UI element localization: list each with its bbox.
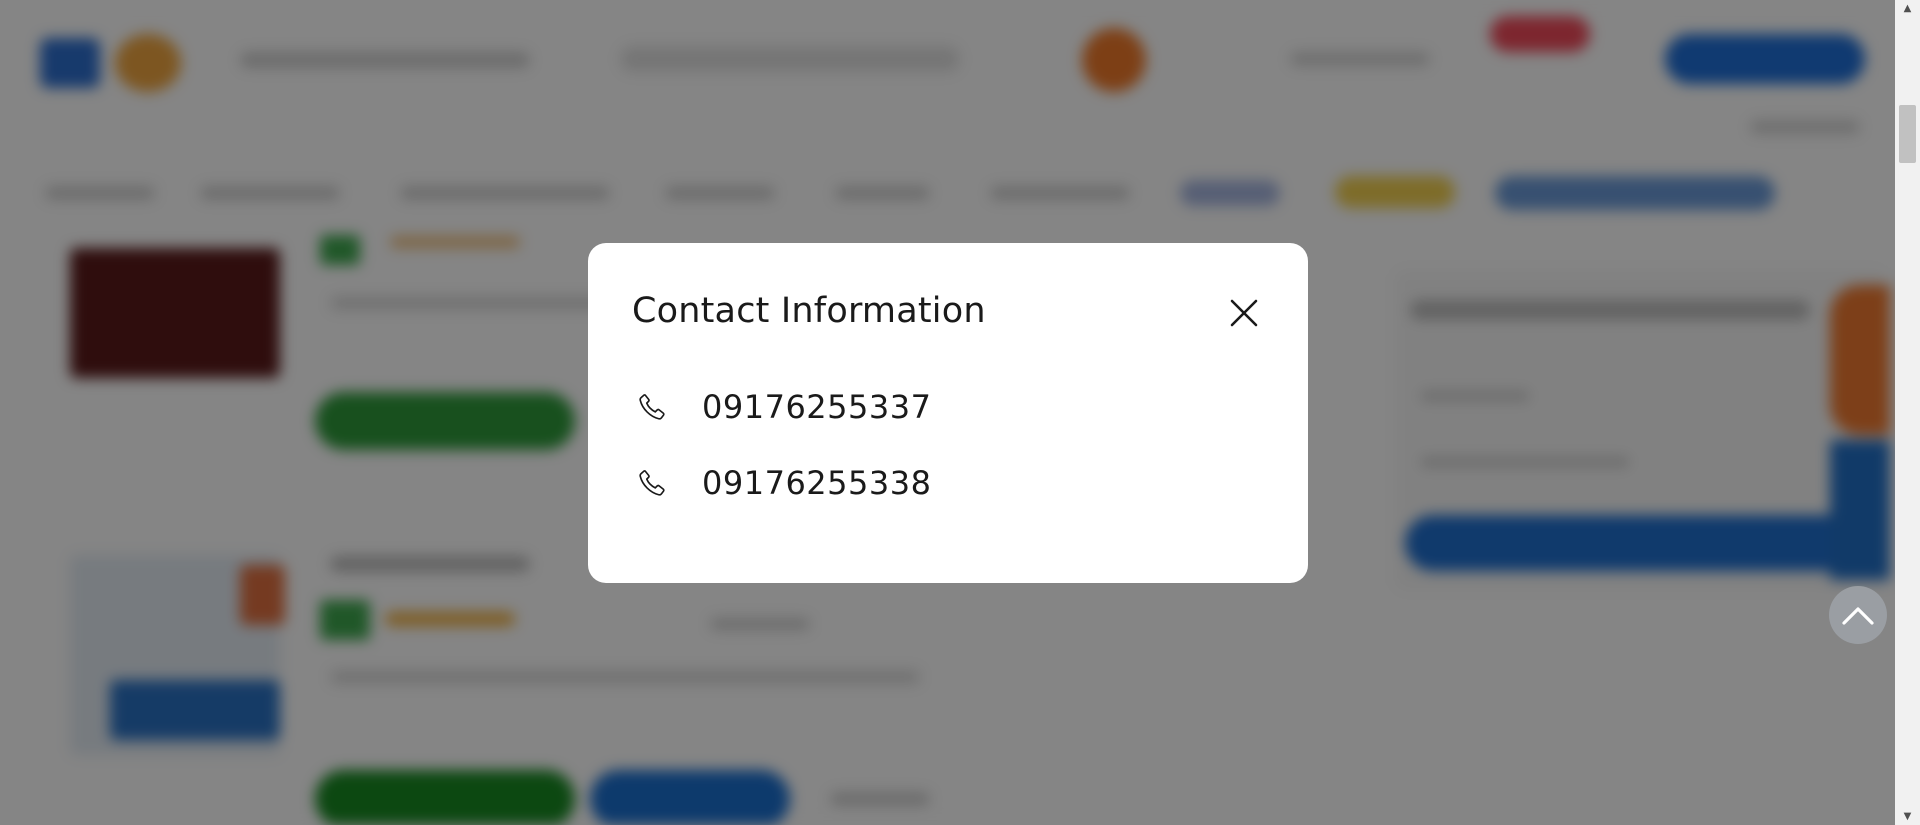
phone-number-link[interactable]: 09176255337 bbox=[702, 388, 931, 426]
close-icon bbox=[1229, 298, 1259, 328]
vertical-scrollbar[interactable]: ▲ ▼ bbox=[1895, 0, 1920, 825]
scroll-thumb[interactable] bbox=[1899, 105, 1916, 163]
scroll-to-top-button[interactable] bbox=[1829, 586, 1887, 644]
phone-number-link[interactable]: 09176255338 bbox=[702, 464, 931, 502]
phone-row[interactable]: 09176255338 bbox=[636, 461, 931, 505]
chevron-up-icon bbox=[1841, 604, 1875, 626]
triangle-up-icon[interactable]: ▲ bbox=[1895, 0, 1920, 17]
modal-title: Contact Information bbox=[632, 291, 986, 331]
close-button[interactable] bbox=[1226, 295, 1262, 331]
phone-icon bbox=[636, 391, 668, 423]
triangle-down-icon[interactable]: ▼ bbox=[1895, 808, 1920, 825]
phone-row[interactable]: 09176255337 bbox=[636, 385, 931, 429]
contact-info-modal: Contact Information 09176255337 09176255… bbox=[588, 243, 1308, 583]
phone-icon bbox=[636, 467, 668, 499]
